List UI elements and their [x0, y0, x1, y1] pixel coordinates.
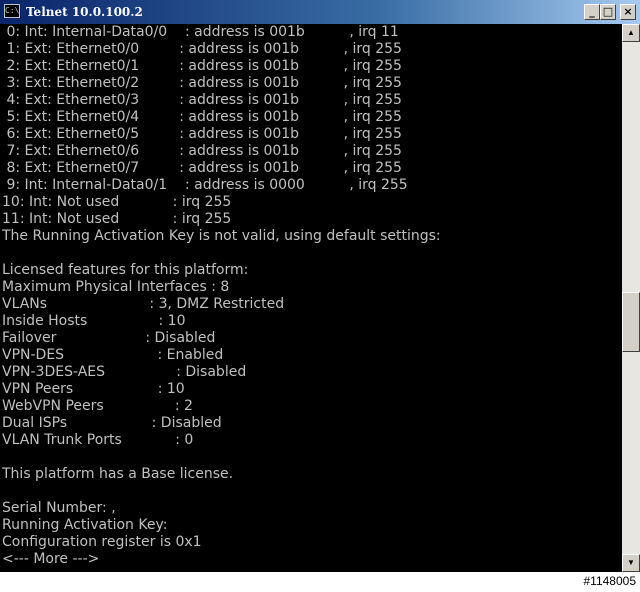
watermark-id: #1148005 — [583, 574, 637, 588]
terminal-line: 11: Int: Not used : irq 255 — [2, 211, 232, 227]
terminal-output[interactable]: 0: Int: Internal-Data0/0 : address is 00… — [0, 24, 622, 572]
close-button[interactable]: × — [620, 4, 636, 20]
scroll-thumb[interactable] — [622, 292, 640, 352]
title-bar[interactable]: C:\ Telnet 10.0.100.2 _ □ × — [0, 0, 640, 24]
terminal-line: VLANs : 3, DMZ Restricted — [2, 296, 285, 312]
scroll-up-arrow-icon[interactable]: ▲ — [622, 24, 640, 42]
maximize-button[interactable]: □ — [600, 4, 616, 20]
telnet-window: C:\ Telnet 10.0.100.2 _ □ × 0: Int: Inte… — [0, 0, 640, 592]
terminal-line: 5: Ext: Ethernet0/4 : address is 001b , … — [2, 109, 402, 125]
terminal-line: The Running Activation Key is not valid,… — [2, 228, 441, 244]
terminal-line: Inside Hosts : 10 — [2, 313, 186, 329]
terminal-line: VLAN Trunk Ports : 0 — [2, 432, 194, 448]
image-footer: #1148005 — [0, 572, 640, 592]
terminal-line: 7: Ext: Ethernet0/6 : address is 001b , … — [2, 143, 402, 159]
terminal-line: This platform has a Base license. — [2, 466, 234, 482]
terminal-line: Running Activation Key: — [2, 517, 168, 533]
terminal-line: 10: Int: Not used : irq 255 — [2, 194, 232, 210]
terminal-line: Licensed features for this platform: — [2, 262, 249, 278]
terminal-line: 6: Ext: Ethernet0/5 : address is 001b , … — [2, 126, 402, 142]
window-title: Telnet 10.0.100.2 — [26, 5, 143, 19]
minimize-button[interactable]: _ — [584, 4, 600, 20]
console-icon[interactable]: C:\ — [4, 4, 20, 18]
terminal-line: 0: Int: Internal-Data0/0 : address is 00… — [2, 24, 399, 40]
vertical-scrollbar[interactable]: ▲ ▼ — [622, 24, 640, 572]
terminal-line: <--- More ---> — [2, 551, 100, 567]
terminal-line: Failover : Disabled — [2, 330, 216, 346]
terminal-line: 4: Ext: Ethernet0/3 : address is 001b , … — [2, 92, 402, 108]
terminal-line: VPN Peers : 10 — [2, 381, 185, 397]
terminal-line: 8: Ext: Ethernet0/7 : address is 001b , … — [2, 160, 402, 176]
terminal-line: Configuration register is 0x1 — [2, 534, 202, 550]
terminal-line: VPN-3DES-AES : Disabled — [2, 364, 247, 380]
terminal-line: VPN-DES : Enabled — [2, 347, 224, 363]
terminal-line: 1: Ext: Ethernet0/0 : address is 001b , … — [2, 41, 402, 57]
terminal-line: 2: Ext: Ethernet0/1 : address is 001b , … — [2, 58, 402, 74]
scroll-down-arrow-icon[interactable]: ▼ — [622, 554, 640, 572]
terminal-line: WebVPN Peers : 2 — [2, 398, 193, 414]
terminal-line: Maximum Physical Interfaces : 8 — [2, 279, 230, 295]
terminal-line: Dual ISPs : Disabled — [2, 415, 222, 431]
terminal-line: Serial Number: , — [2, 500, 116, 516]
terminal-line: 3: Ext: Ethernet0/2 : address is 001b , … — [2, 75, 402, 91]
terminal-line: 9: Int: Internal-Data0/1 : address is 00… — [2, 177, 408, 193]
